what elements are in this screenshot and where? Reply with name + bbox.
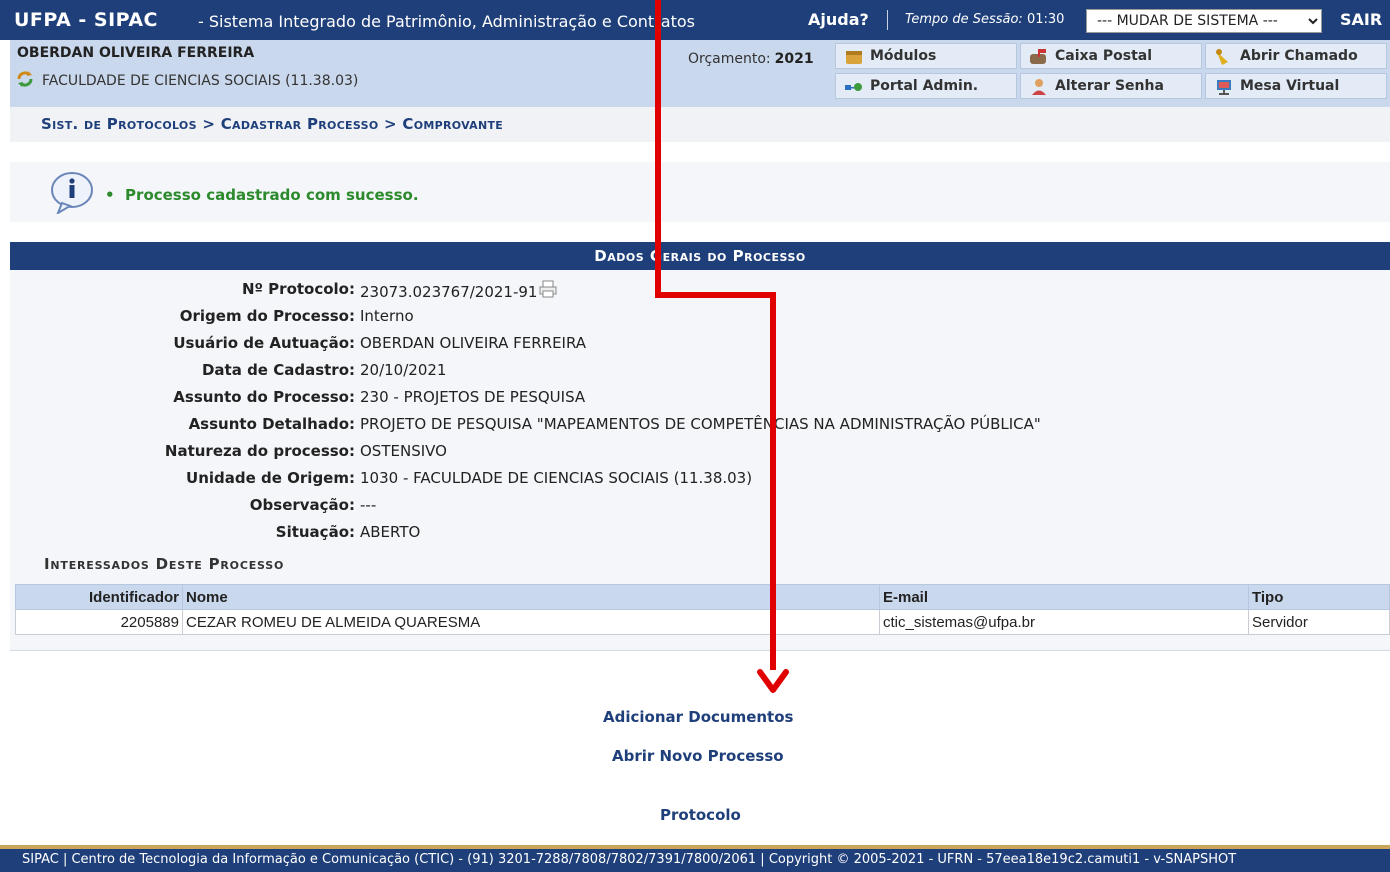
admin-portal-label: Portal Admin. [870, 78, 979, 94]
virtual-desk-button[interactable]: Mesa Virtual [1205, 73, 1387, 99]
field-nature: Natureza do processo: OSTENSIVO [10, 442, 1390, 466]
session-label: Tempo de Sessão: [905, 12, 1023, 27]
change-password-button[interactable]: Alterar Senha [1020, 73, 1202, 99]
footer: SIPAC | Centro de Tecnologia da Informaç… [0, 845, 1390, 872]
field-value: 230 - PROJETOS DE PESQUISA [360, 388, 586, 406]
field-label: Origem do Processo: [179, 307, 355, 325]
table-row: 2205889 CEZAR ROMEU DE ALMEIDA QUARESMA … [15, 609, 1390, 635]
field-subject: Assunto do Processo: 230 - PROJETOS DE P… [10, 388, 1390, 412]
cube-icon [846, 51, 862, 64]
interested-table: Identificador Nome E-mail Tipo 2205889 C… [15, 584, 1390, 635]
field-label: Nº Protocolo: [241, 280, 355, 298]
open-ticket-label: Abrir Chamado [1240, 48, 1358, 64]
field-value: 23073.023767/2021-91 [360, 280, 557, 301]
top-bar: UFPA - SIPAC - Sistema Integrado de Patr… [0, 0, 1390, 40]
divider [887, 10, 888, 30]
field-label: Unidade de Origem: [186, 469, 355, 487]
field-origin-unit: Unidade de Origem: 1030 - FACULDADE DE C… [10, 469, 1390, 493]
success-message: • Processo cadastrado com sucesso. [105, 186, 419, 204]
budget-label: Orçamento: [688, 51, 771, 67]
panel-title: Dados Gerais do Processo [10, 242, 1390, 270]
field-date: Data de Cadastro: 20/10/2021 [10, 361, 1390, 385]
logout-link[interactable]: SAIR [1340, 10, 1382, 29]
print-icon[interactable] [539, 280, 557, 298]
column-header: E-mail [879, 584, 1249, 610]
field-value-text: 23073.023767/2021-91 [360, 283, 538, 301]
field-label: Data de Cadastro: [201, 361, 355, 379]
table-cell: 2205889 [15, 609, 183, 635]
modules-label: Módulos [870, 48, 937, 64]
field-label: Natureza do processo: [164, 442, 355, 460]
field-detailed-subject: Assunto Detalhado: PROJETO DE PESQUISA "… [10, 415, 1390, 439]
user-key-icon [1032, 79, 1046, 95]
protocol-link[interactable]: Protocolo [660, 806, 741, 824]
user-name: OBERDAN OLIVEIRA FERREIRA [17, 45, 255, 61]
column-header: Tipo [1248, 584, 1390, 610]
change-unit-icon[interactable] [16, 70, 34, 88]
add-documents-link[interactable]: Adicionar Documentos [603, 708, 793, 726]
field-label: Assunto do Processo: [173, 388, 355, 406]
budget-info: Orçamento: 2021 [688, 51, 814, 67]
budget-year: 2021 [774, 51, 814, 67]
user-unit-label: FACULDADE DE CIENCIAS SOCIAIS (11.38.03) [42, 73, 359, 89]
interested-title: Interessados Deste Processo [44, 555, 285, 573]
field-value: OBERDAN OLIVEIRA FERREIRA [360, 334, 587, 352]
column-header: Identificador [15, 584, 183, 610]
user-unit[interactable]: FACULDADE DE CIENCIAS SOCIAIS (11.38.03) [16, 70, 358, 89]
success-message-box: • Processo cadastrado com sucesso. [10, 162, 1390, 222]
info-icon [51, 172, 93, 214]
field-protocol: Nº Protocolo: 23073.023767/2021-91 [10, 280, 1390, 304]
field-status: Situação: ABERTO [10, 523, 1390, 547]
table-cell: ctic_sistemas@ufpa.br [879, 609, 1249, 635]
field-value: ABERTO [360, 523, 421, 541]
breadcrumb: Sist. de Protocolos > Cadastrar Processo… [10, 107, 1390, 142]
portal-icon [845, 83, 862, 91]
new-process-link[interactable]: Abrir Novo Processo [612, 747, 784, 765]
field-observation: Observação: --- [10, 496, 1390, 520]
field-value: 1030 - FACULDADE DE CIENCIAS SOCIAIS (11… [360, 469, 753, 487]
table-cell: Servidor [1248, 609, 1390, 635]
mailbox-button[interactable]: Caixa Postal [1020, 43, 1202, 69]
field-value: --- [360, 496, 377, 514]
column-header: Nome [182, 584, 880, 610]
field-value: 20/10/2021 [360, 361, 447, 379]
modules-button[interactable]: Módulos [835, 43, 1017, 69]
change-password-label: Alterar Senha [1055, 78, 1164, 94]
mailbox-icon [1030, 49, 1046, 64]
virtual-desk-label: Mesa Virtual [1240, 78, 1340, 94]
admin-portal-button[interactable]: Portal Admin. [835, 73, 1017, 99]
session-timer: Tempo de Sessão: 01:30 [905, 12, 1064, 27]
table-cell: CEZAR ROMEU DE ALMEIDA QUARESMA [182, 609, 880, 635]
field-label: Assunto Detalhado: [188, 415, 355, 433]
field-value: OSTENSIVO [360, 442, 447, 460]
table-header-row: Identificador Nome E-mail Tipo [15, 584, 1390, 610]
system-switch-select[interactable]: --- MUDAR DE SISTEMA --- [1086, 9, 1322, 33]
field-label: Situação: [275, 523, 355, 541]
open-ticket-button[interactable]: Abrir Chamado [1205, 43, 1387, 69]
field-origin: Origem do Processo: Interno [10, 307, 1390, 331]
arrow-head [757, 669, 789, 693]
process-details-panel: Dados Gerais do Processo Nº Protocolo: 2… [10, 242, 1390, 651]
help-link[interactable]: Ajuda? [808, 10, 869, 29]
app-brand[interactable]: UFPA - SIPAC [14, 9, 158, 31]
success-message-text: Processo cadastrado com sucesso. [125, 186, 419, 204]
session-time: 01:30 [1026, 12, 1065, 27]
field-value: PROJETO DE PESQUISA "MAPEAMENTOS DE COMP… [360, 415, 1041, 433]
mailbox-label: Caixa Postal [1055, 48, 1153, 64]
bell-icon [1216, 49, 1228, 65]
field-label: Observação: [249, 496, 355, 514]
system-title: - Sistema Integrado de Patrimônio, Admin… [198, 12, 695, 31]
desk-icon [1217, 80, 1231, 95]
field-user: Usuário de Autuação: OBERDAN OLIVEIRA FE… [10, 334, 1390, 358]
field-label: Usuário de Autuação: [173, 334, 355, 352]
field-value: Interno [360, 307, 414, 325]
breadcrumb-text: Sist. de Protocolos > Cadastrar Processo… [41, 115, 504, 133]
